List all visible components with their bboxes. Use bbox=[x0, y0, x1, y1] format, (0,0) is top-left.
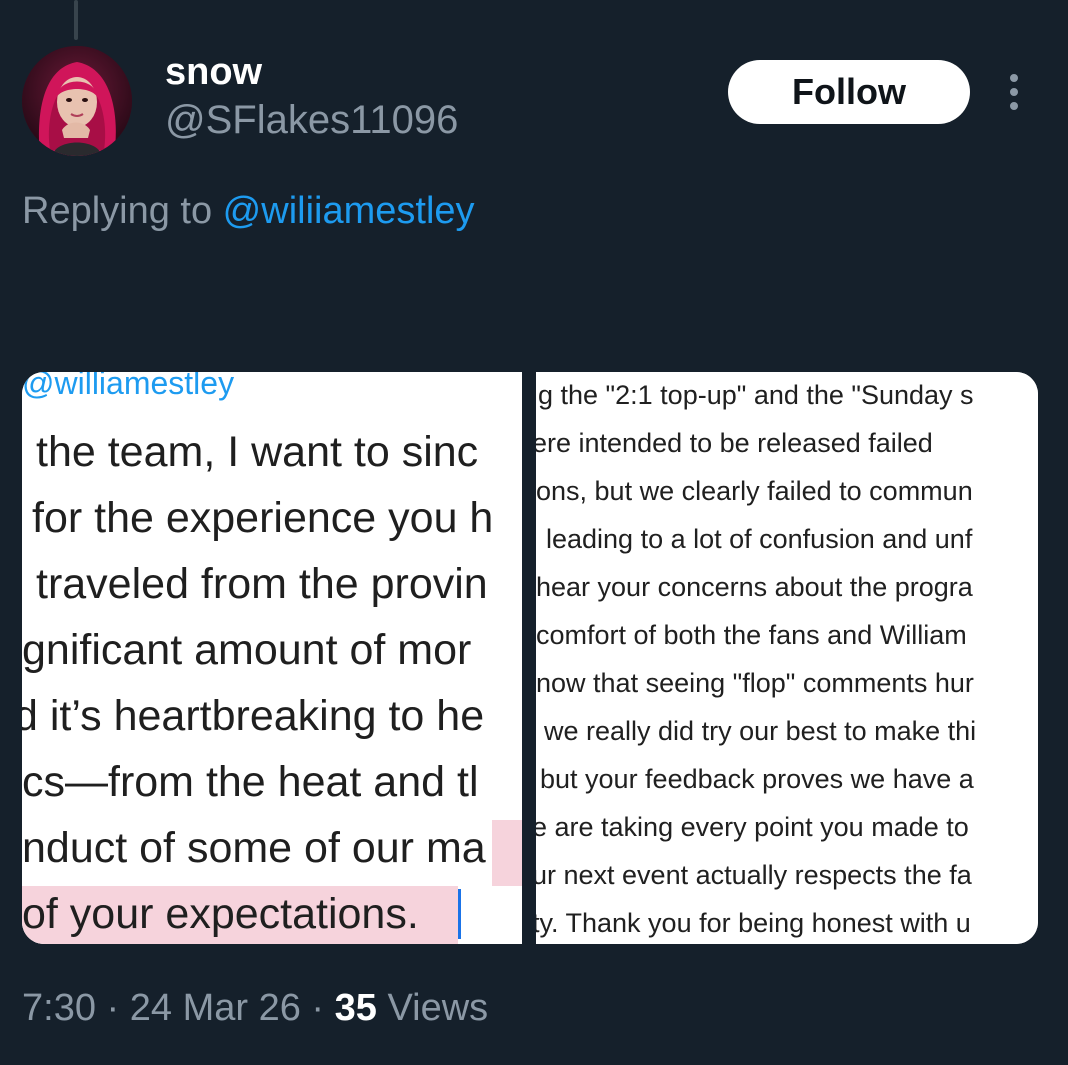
media-gallery[interactable]: @williamestley the team, I want to sinc … bbox=[22, 372, 1038, 944]
media-image-right[interactable]: g the "2:1 top-up" and the "Sunday s ere… bbox=[536, 372, 1038, 944]
screenshot-text-line: leading to a lot of confusion and unf bbox=[546, 524, 973, 554]
screenshot-text-line: ere intended to be released failed bbox=[536, 428, 933, 458]
screenshot-text-line: but your feedback proves we have a bbox=[540, 764, 974, 794]
screenshot-text-line: we really did try our best to make thi bbox=[544, 716, 977, 746]
screenshot-text-line: hear your concerns about the progra bbox=[536, 572, 973, 602]
screenshot-text-line: ur next event actually respects the fa bbox=[536, 860, 972, 890]
meta-separator: · bbox=[300, 987, 335, 1029]
screenshot-text-line: of your expectations. bbox=[22, 890, 419, 938]
screenshot-text-line: the team, I want to sinc bbox=[36, 428, 479, 476]
screenshot-text-line: nduct of some of our ma bbox=[22, 824, 486, 872]
user-handle[interactable]: @SFlakes11096 bbox=[165, 96, 458, 144]
avatar[interactable] bbox=[22, 46, 132, 156]
views-label: Views bbox=[376, 987, 489, 1029]
replying-to: Replying to @wiliiamestley bbox=[22, 188, 475, 234]
screenshot-text-line: g the "2:1 top-up" and the "Sunday s bbox=[538, 380, 974, 410]
views-count: 35 bbox=[334, 987, 377, 1029]
tweet-date[interactable]: 24 Mar 26 bbox=[130, 987, 301, 1029]
screenshot-text-line: e are taking every point you made to bbox=[536, 812, 969, 842]
display-name[interactable]: snow bbox=[165, 50, 262, 94]
screenshot-text-line: traveled from the provin bbox=[36, 560, 488, 608]
text-cursor bbox=[458, 889, 461, 939]
meta-separator: · bbox=[95, 987, 130, 1029]
screenshot-mention: @williamestley bbox=[22, 372, 235, 401]
tweet-detail: snow @SFlakes11096 Follow Replying to @w… bbox=[0, 0, 1068, 1065]
screenshot-text-line: now that seeing "flop" comments hur bbox=[536, 668, 974, 698]
screenshot-text-line: cs—from the heat and tl bbox=[22, 758, 479, 806]
tweet-time[interactable]: 7:30 bbox=[22, 987, 96, 1029]
screenshot-text-line: ons, but we clearly failed to commun bbox=[536, 476, 973, 506]
screenshot-text-line: for the experience you h bbox=[32, 494, 494, 542]
thread-connector-line bbox=[74, 0, 78, 40]
text-highlight bbox=[492, 820, 522, 886]
profile-photo bbox=[22, 46, 132, 156]
more-vertical-icon[interactable] bbox=[998, 72, 1030, 112]
replying-to-label: Replying to bbox=[22, 190, 223, 232]
screenshot-text-line: gnificant amount of mor bbox=[22, 626, 472, 674]
image-divider bbox=[522, 372, 536, 944]
media-image-left[interactable]: @williamestley the team, I want to sinc … bbox=[22, 372, 522, 944]
tweet-meta: 7:30 · 24 Mar 26 · 35 Views bbox=[22, 984, 488, 1032]
screenshot-text-line: d it’s heartbreaking to he bbox=[22, 692, 485, 740]
follow-button[interactable]: Follow bbox=[728, 60, 970, 124]
screenshot-text-line: comfort of both the fans and William bbox=[536, 620, 967, 650]
screenshot-text-line: ty. Thank you for being honest with u bbox=[536, 908, 971, 938]
reply-mention-link[interactable]: @wiliiamestley bbox=[223, 190, 475, 232]
